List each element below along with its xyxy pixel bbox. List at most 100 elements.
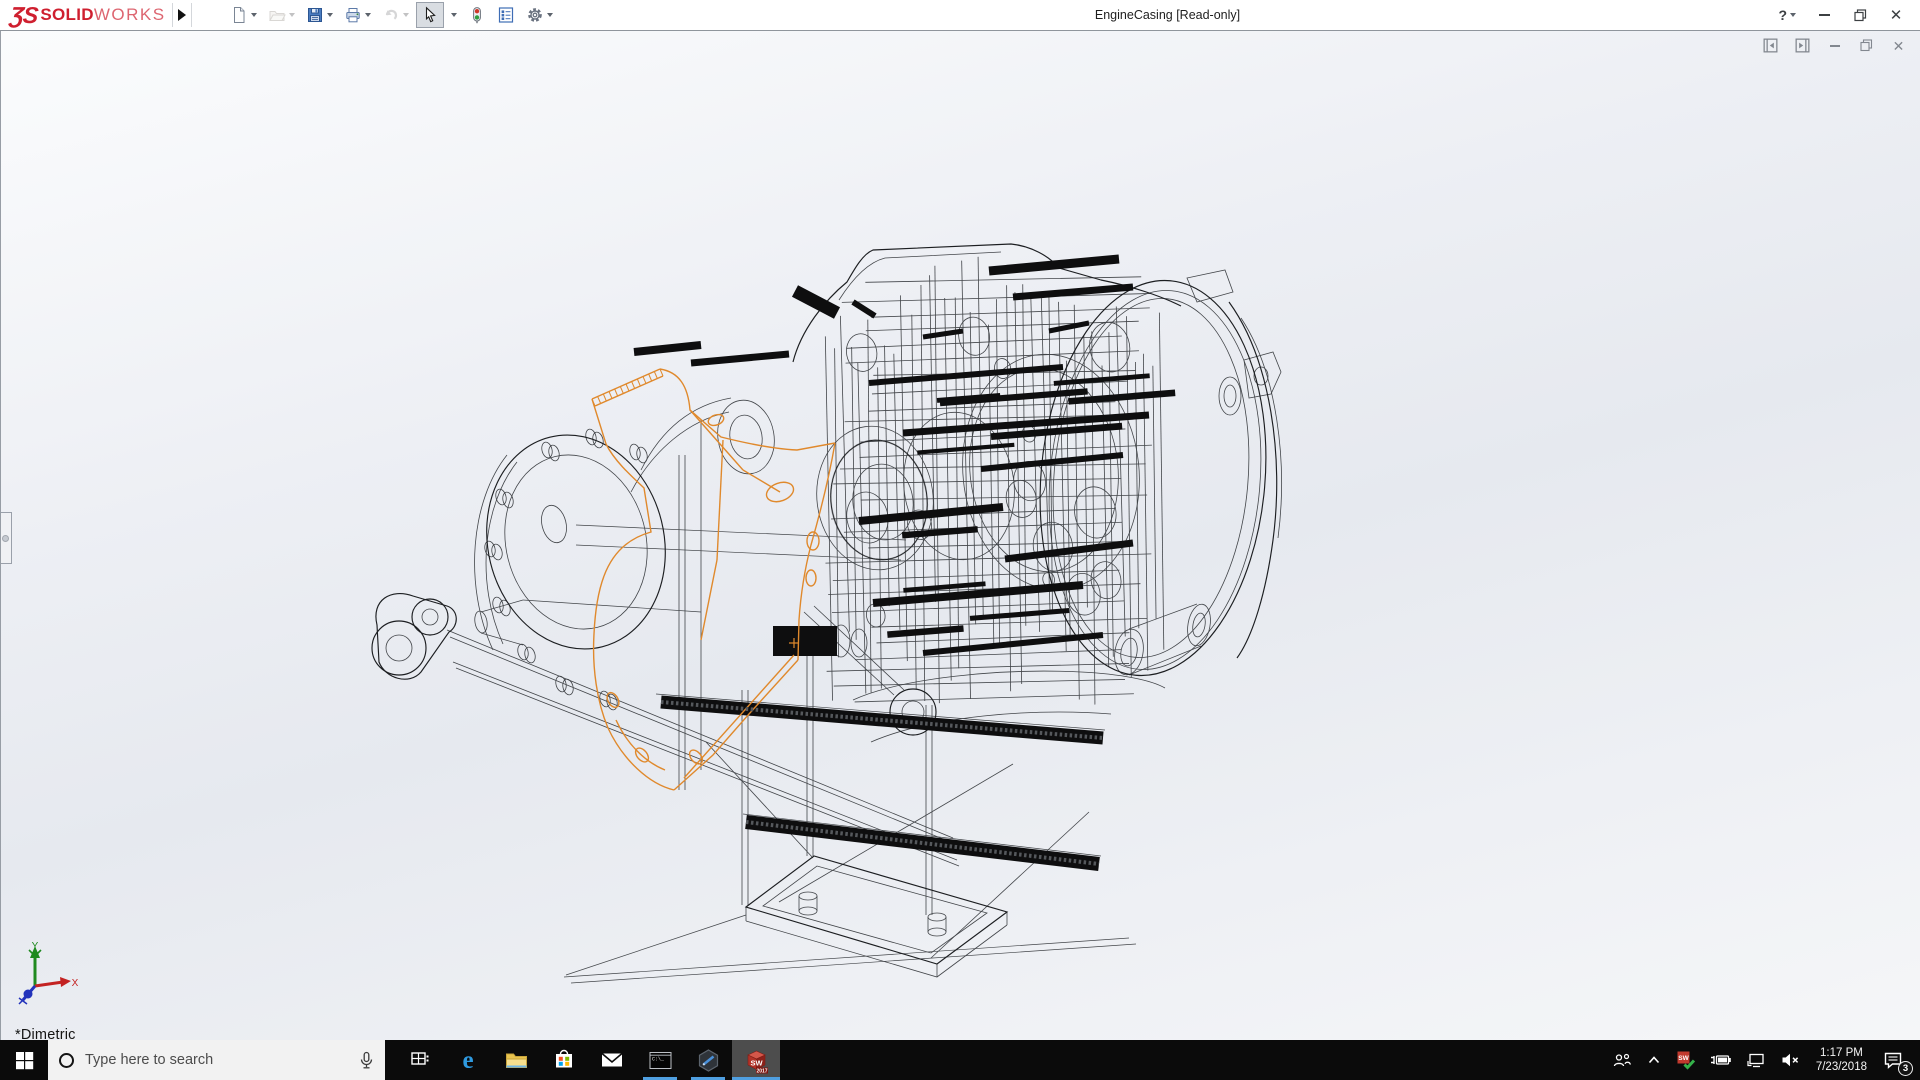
start-button[interactable] — [0, 1040, 48, 1080]
open-document-button — [264, 2, 299, 28]
tab-handle-dot — [2, 535, 9, 542]
minimize-icon — [1819, 14, 1830, 16]
task-view-icon — [409, 1049, 431, 1071]
chevron-up-icon — [1646, 1052, 1662, 1068]
rebuild-trafficlight-icon — [468, 6, 486, 24]
task-view-button[interactable] — [396, 1040, 444, 1080]
action-center-button[interactable]: 3 — [1876, 1040, 1914, 1080]
people-icon — [1612, 1051, 1632, 1069]
command-prompt-icon: C:\_ — [648, 1048, 673, 1073]
print-dropdown-caret[interactable] — [365, 13, 371, 17]
taskbar-mail[interactable] — [588, 1040, 636, 1080]
taskbar-store[interactable] — [540, 1040, 588, 1080]
solidworks-check-icon: SW — [1676, 1050, 1696, 1070]
hidden-icons-chevron[interactable] — [1639, 1040, 1669, 1080]
toolbar-flyout-button[interactable] — [172, 3, 192, 27]
mail-icon — [599, 1047, 625, 1073]
volume-status[interactable] — [1773, 1040, 1807, 1080]
people-button[interactable] — [1605, 1040, 1639, 1080]
solidworks-logo-works: WORKS — [94, 5, 166, 25]
featuremanager-collapsed-tab[interactable] — [0, 512, 12, 564]
axis-x-label: X — [72, 978, 79, 989]
save-button[interactable] — [302, 2, 337, 28]
rebuild-button[interactable] — [464, 2, 490, 28]
taskbar-edge[interactable]: e — [444, 1040, 492, 1080]
new-document-button[interactable] — [226, 2, 261, 28]
edge-browser-icon: e — [455, 1047, 481, 1073]
svg-text:e: e — [462, 1047, 473, 1073]
solidworks-monitor-tray[interactable]: SW — [1669, 1040, 1703, 1080]
solidworks-logo: ƷS SOLIDWORKS — [0, 0, 172, 30]
properties-list-icon — [497, 6, 515, 24]
taskbar-solidworks[interactable]: SW 2017 — [732, 1040, 780, 1080]
save-floppy-icon — [306, 6, 324, 24]
graphics-area[interactable]: ✕ Y X *Dimetric — [0, 31, 1920, 1040]
clock-date: 7/23/2018 — [1816, 1060, 1867, 1074]
close-button[interactable]: ✕ — [1888, 7, 1904, 23]
document-restore-button[interactable] — [1859, 38, 1874, 53]
taskbar-search[interactable] — [48, 1040, 385, 1080]
model-wireframe — [1, 31, 1920, 1040]
help-dropdown-caret[interactable] — [1790, 13, 1796, 17]
svg-text:C:\_: C:\_ — [652, 1056, 665, 1062]
svg-text:2017: 2017 — [756, 1068, 767, 1074]
properties-button[interactable] — [493, 2, 519, 28]
solidworks-logo-solid: SOLID — [40, 5, 93, 25]
document-restore-icon — [1860, 39, 1873, 52]
quick-access-toolbar — [226, 2, 557, 28]
help-button[interactable]: ? — [1778, 7, 1796, 23]
select-tool-button[interactable] — [416, 2, 444, 28]
document-close-button[interactable]: ✕ — [1891, 38, 1906, 53]
taskbar-composer[interactable] — [684, 1040, 732, 1080]
view-orientation-label: *Dimetric — [15, 1027, 76, 1040]
notification-badge: 3 — [1898, 1061, 1913, 1076]
pane-previous-button[interactable] — [1763, 38, 1778, 53]
print-icon — [344, 6, 362, 24]
battery-plug-icon — [1710, 1052, 1732, 1068]
undo-icon — [382, 6, 400, 24]
taskbar-file-explorer[interactable] — [492, 1040, 540, 1080]
pane-right-icon — [1795, 38, 1810, 53]
print-button[interactable] — [340, 2, 375, 28]
taskbar-clock[interactable]: 1:17 PM 7/23/2018 — [1807, 1046, 1876, 1074]
options-gear-icon — [526, 6, 544, 24]
power-status[interactable] — [1703, 1040, 1739, 1080]
document-minimize-button[interactable] — [1827, 38, 1842, 53]
cortana-search-icon — [59, 1053, 74, 1068]
restore-button[interactable] — [1852, 7, 1868, 23]
taskbar-command-prompt[interactable]: C:\_ — [636, 1040, 684, 1080]
solidworks-logo-glyph: ƷS — [9, 2, 39, 29]
svg-text:SW: SW — [1678, 1055, 1689, 1062]
new-document-icon — [230, 6, 248, 24]
app-titlebar: ƷS SOLIDWORKS — [0, 0, 1920, 31]
pane-next-button[interactable] — [1795, 38, 1810, 53]
svg-text:SW: SW — [750, 1058, 763, 1067]
document-minimize-icon — [1830, 45, 1840, 47]
axis-y-label: Y — [32, 941, 39, 952]
file-explorer-icon — [504, 1048, 529, 1073]
new-dropdown-caret[interactable] — [251, 13, 257, 17]
pane-left-icon — [1763, 38, 1778, 53]
save-dropdown-caret[interactable] — [327, 13, 333, 17]
window-controls: ? ✕ — [1778, 7, 1920, 23]
search-input[interactable] — [85, 1052, 348, 1068]
minimize-button[interactable] — [1816, 7, 1832, 23]
close-icon: ✕ — [1890, 8, 1903, 23]
speaker-muted-icon — [1780, 1052, 1800, 1068]
microphone-icon[interactable] — [359, 1051, 374, 1070]
options-dropdown-caret[interactable] — [547, 13, 553, 17]
taskbar-spacer — [385, 1040, 396, 1080]
restore-icon — [1854, 9, 1867, 22]
hexagon-app-icon — [696, 1048, 721, 1073]
clock-time: 1:17 PM — [1816, 1046, 1867, 1060]
undo-button — [378, 2, 413, 28]
network-status[interactable] — [1739, 1040, 1773, 1080]
system-tray: SW 1:1 — [1605, 1040, 1920, 1080]
document-window-controls: ✕ — [1763, 38, 1906, 53]
select-tool-dropdown[interactable] — [447, 2, 461, 28]
options-button[interactable] — [522, 2, 557, 28]
microsoft-store-icon — [552, 1048, 576, 1072]
document-close-icon: ✕ — [1893, 39, 1905, 53]
windows-logo-icon — [15, 1051, 34, 1070]
flyout-arrow-icon — [178, 9, 186, 21]
